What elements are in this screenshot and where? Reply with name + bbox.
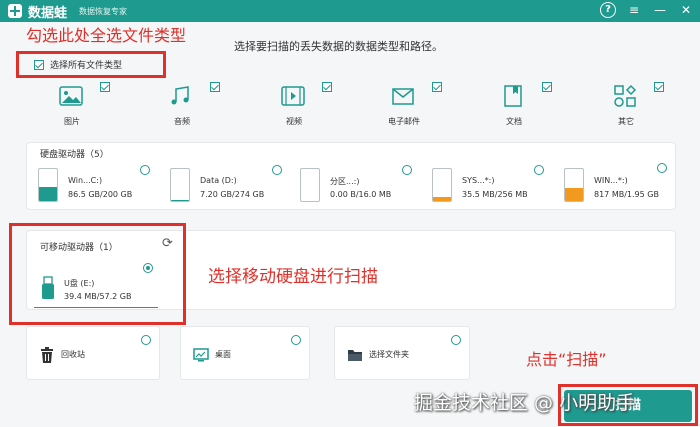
drive-radio[interactable] xyxy=(534,165,544,175)
drive-item[interactable]: Data (D:) 7.20 GB/274 GB xyxy=(160,164,280,214)
drive-name: 分区...:) xyxy=(330,177,360,186)
file-type-audio[interactable]: 音频 xyxy=(140,78,230,132)
location-recycle-bin[interactable]: 回收站 xyxy=(26,326,160,380)
hard-drive-icon xyxy=(432,168,452,202)
drive-name: Data (D:) xyxy=(200,176,237,185)
file-type-email[interactable]: 电子邮件 xyxy=(362,78,452,132)
drive-size: 86.5 GB/200 GB xyxy=(68,190,133,199)
app-logo-icon xyxy=(8,4,22,18)
file-type-label: 视频 xyxy=(286,117,302,126)
recycle-bin-icon xyxy=(41,347,53,363)
annotation-click-scan-tip: 点击“扫描” xyxy=(526,350,607,369)
drive-size: 35.5 MB/256 MB xyxy=(462,190,528,199)
desktop-icon xyxy=(193,348,209,362)
other-icon xyxy=(614,84,637,107)
drive-name: WIN...*:) xyxy=(594,176,628,185)
app-subtitle: 数据恢复专家 xyxy=(79,6,128,16)
email-checkbox[interactable] xyxy=(432,82,442,92)
file-type-other[interactable]: 其它 xyxy=(584,78,674,132)
hard-drive-icon xyxy=(170,168,190,202)
drive-size: 817 MB/1.95 GB xyxy=(594,190,659,199)
folder-icon xyxy=(348,350,362,361)
location-radio[interactable] xyxy=(141,335,151,345)
location-radio[interactable] xyxy=(451,335,461,345)
file-type-label: 电子邮件 xyxy=(388,117,420,126)
close-icon[interactable]: ✕ xyxy=(678,2,694,18)
drive-radio[interactable] xyxy=(140,165,150,175)
location-choose-folder[interactable]: 选择文件夹 xyxy=(334,326,470,380)
document-icon xyxy=(504,85,522,107)
hard-drives-title: 硬盘驱动器（5） xyxy=(40,150,109,160)
hard-drive-icon xyxy=(38,168,58,202)
audio-checkbox[interactable] xyxy=(210,82,220,92)
drive-radio[interactable] xyxy=(657,163,667,173)
drive-size: 0.00 B/16.0 MB xyxy=(330,190,392,199)
file-type-document[interactable]: 文档 xyxy=(472,78,562,132)
drive-radio[interactable] xyxy=(402,165,412,175)
drive-item[interactable]: 分区...:) 0.00 B/16.0 MB xyxy=(290,164,410,214)
other-checkbox[interactable] xyxy=(654,82,664,92)
file-type-image[interactable]: 图片 xyxy=(30,78,120,132)
location-desktop[interactable]: 桌面 xyxy=(180,326,310,380)
hard-drive-icon xyxy=(564,168,584,202)
minimize-icon[interactable]: — xyxy=(652,2,668,18)
location-radio[interactable] xyxy=(291,335,301,345)
drive-name: SYS...*:) xyxy=(462,176,495,185)
drive-name: Win...C:) xyxy=(68,176,103,185)
menu-icon[interactable]: ≡ xyxy=(626,2,642,18)
video-checkbox[interactable] xyxy=(322,82,332,92)
app-name: 数据蛙 xyxy=(28,5,68,21)
image-checkbox[interactable] xyxy=(100,82,110,92)
location-label: 回收站 xyxy=(61,350,85,359)
annotation-box-removable xyxy=(9,223,186,325)
document-checkbox[interactable] xyxy=(542,82,552,92)
drive-item[interactable]: SYS...*:) 35.5 MB/256 MB xyxy=(422,164,542,214)
image-icon xyxy=(59,86,83,106)
drive-radio[interactable] xyxy=(272,165,282,175)
annotation-box-select-all xyxy=(16,51,166,78)
file-type-label: 图片 xyxy=(64,117,80,126)
video-icon xyxy=(281,86,305,106)
hard-drive-icon xyxy=(300,168,320,202)
help-icon[interactable]: ? xyxy=(600,2,616,18)
location-label: 选择文件夹 xyxy=(369,350,409,359)
drive-item[interactable]: Win...C:) 86.5 GB/200 GB xyxy=(28,164,148,214)
file-type-label: 音频 xyxy=(174,117,190,126)
drive-item[interactable]: WIN...*:) 817 MB/1.95 GB xyxy=(554,164,674,214)
music-icon xyxy=(171,86,189,105)
instruction-text: 选择要扫描的丢失数据的数据类型和路径。 xyxy=(234,40,443,53)
drive-size: 7.20 GB/274 GB xyxy=(200,190,265,199)
file-type-video[interactable]: 视频 xyxy=(252,78,342,132)
location-label: 桌面 xyxy=(215,350,231,359)
annotation-select-all-tip: 勾选此处全选文件类型 xyxy=(26,26,187,45)
file-type-row: 图片 音频 视频 电子邮件 文档 其它 xyxy=(26,78,678,132)
file-type-label: 其它 xyxy=(618,117,634,126)
annotation-select-drive-tip: 选择移动硬盘进行扫描 xyxy=(208,267,378,287)
file-type-label: 文档 xyxy=(506,117,522,126)
title-bar: 数据蛙 数据恢复专家 ? ≡ — ✕ xyxy=(0,0,700,22)
email-icon xyxy=(392,88,414,105)
watermark-text: 掘金技术社区 @ 小明助手 xyxy=(414,392,636,414)
